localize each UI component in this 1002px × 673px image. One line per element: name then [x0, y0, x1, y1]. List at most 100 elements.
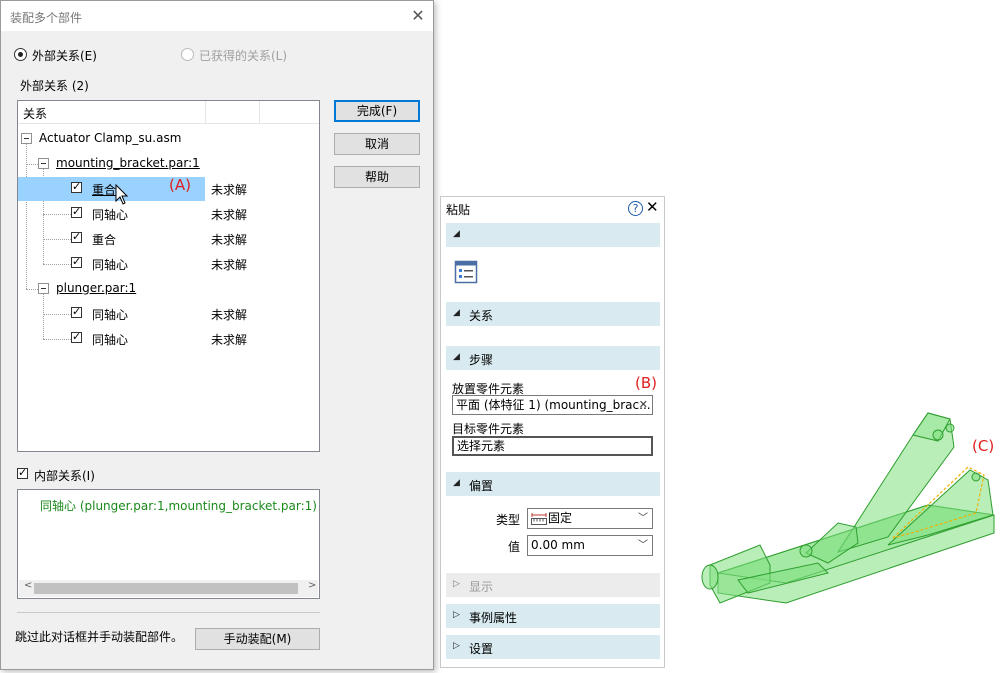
- finish-button[interactable]: 完成(F): [334, 100, 420, 122]
- cancel-button[interactable]: 取消: [334, 133, 420, 155]
- external-relations-radio-label[interactable]: 外部关系(E): [32, 47, 97, 64]
- offset-type-value: 固定: [548, 511, 573, 525]
- internal-relations-label[interactable]: 内部关系(I): [34, 467, 95, 484]
- tree-relation-row[interactable]: 同轴心 未求解: [18, 252, 319, 276]
- group-label: mounting_bracket.par:1: [56, 156, 200, 170]
- section-settings[interactable]: ▷ 设置: [446, 635, 660, 659]
- internal-relation-item[interactable]: 同轴心 (plunger.par:1,mounting_bracket.par:…: [40, 497, 317, 514]
- mouse-cursor-icon: [115, 184, 129, 205]
- ruler-icon: [531, 513, 547, 525]
- external-relations-radio[interactable]: [14, 48, 27, 61]
- relation-checkbox[interactable]: [71, 255, 82, 268]
- properties-list-icon[interactable]: [454, 260, 478, 284]
- external-relations-count-label: 外部关系 (2): [20, 79, 89, 93]
- relation-status: 未求解: [211, 183, 248, 197]
- section-instance-label: 事例属性: [469, 611, 518, 625]
- header-col-relation-label: 关系: [23, 107, 48, 121]
- section-top[interactable]: ◢: [446, 223, 660, 247]
- relation-label: 同轴心: [92, 208, 129, 222]
- collapse-icon[interactable]: [21, 133, 32, 144]
- obtained-relations-radio-label[interactable]: 已获得的关系(L): [199, 47, 287, 64]
- help-button[interactable]: 帮助: [334, 166, 420, 188]
- title-bar: 装配多个部件 ✕: [1, 1, 433, 31]
- section-relations-label: 关系: [469, 309, 494, 323]
- tree-group-row[interactable]: plunger.par:1: [18, 277, 319, 301]
- place-element-value: 平面 (体特征 1) (mounting_brac...: [456, 398, 651, 412]
- relations-tree[interactable]: 关系 Actuator Clamp_su.asm mounting_bracke…: [17, 100, 320, 452]
- type-label: 类型: [496, 513, 521, 527]
- offset-value-input[interactable]: 0.00 mm ﹀: [527, 535, 653, 556]
- paste-panel: 粘贴 ? ✕ ◢ ◢ 关系 ◢ 步骤 放置零件元素 (B) 平面 (体特征 1)…: [440, 196, 665, 668]
- scrollbar-thumb[interactable]: [34, 583, 298, 594]
- tree-relation-row[interactable]: 重合 未求解: [18, 227, 319, 251]
- annotation-a: (A): [169, 176, 191, 194]
- section-offset[interactable]: ◢ 偏置: [446, 472, 660, 496]
- relation-status: 未求解: [211, 258, 248, 272]
- section-steps[interactable]: ◢ 步骤: [446, 346, 660, 370]
- collapse-icon[interactable]: [38, 158, 49, 169]
- chevron-down-icon: ﹀: [638, 513, 648, 524]
- header-col-3[interactable]: [260, 101, 319, 124]
- collapse-triangle-icon: ◢: [453, 308, 460, 318]
- relation-checkbox[interactable]: [71, 330, 82, 343]
- collapse-triangle-icon: ◢: [453, 229, 460, 239]
- target-element-field[interactable]: 选择元素: [452, 436, 653, 456]
- clear-icon[interactable]: ✕: [639, 396, 648, 414]
- expand-triangle-icon: ▷: [453, 641, 460, 651]
- relation-status: 未求解: [211, 233, 248, 247]
- close-icon[interactable]: ✕: [408, 6, 428, 26]
- relation-checkbox[interactable]: [71, 205, 82, 218]
- tree-group-row[interactable]: mounting_bracket.par:1: [18, 152, 319, 176]
- internal-relations-list[interactable]: 同轴心 (plunger.par:1,mounting_bracket.par:…: [17, 489, 320, 599]
- offset-type-dropdown[interactable]: 固定 ﹀: [527, 508, 653, 529]
- panel-title: 粘贴: [446, 203, 471, 217]
- tree-root-row[interactable]: Actuator Clamp_su.asm: [18, 127, 319, 151]
- relation-label: 同轴心: [92, 258, 129, 272]
- annotation-c: (C): [972, 437, 995, 455]
- tree-relation-row[interactable]: 同轴心 未求解: [18, 327, 319, 351]
- collapse-triangle-icon: ◢: [453, 478, 460, 488]
- header-col-relation[interactable]: 关系: [18, 101, 206, 124]
- mounting-bracket-3d-model[interactable]: [688, 405, 1000, 635]
- expand-triangle-icon: ▷: [453, 579, 460, 589]
- chevron-down-icon[interactable]: ﹀: [638, 536, 648, 555]
- collapse-icon[interactable]: [38, 283, 49, 294]
- dialog-title: 装配多个部件: [10, 11, 83, 25]
- section-display-label: 显示: [469, 580, 494, 594]
- section-instance-properties[interactable]: ▷ 事例属性: [446, 604, 660, 628]
- annotation-b: (B): [635, 374, 657, 392]
- relation-status: 未求解: [211, 333, 248, 347]
- section-steps-label: 步骤: [469, 353, 494, 367]
- footer-divider: [17, 612, 320, 613]
- relation-label: 重合: [92, 183, 117, 197]
- target-element-label: 目标零件元素: [452, 422, 525, 436]
- horizontal-scrollbar[interactable]: < >: [19, 580, 318, 597]
- obtained-relations-radio[interactable]: [181, 48, 194, 61]
- section-display[interactable]: ▷ 显示: [446, 573, 660, 597]
- tree-relation-row[interactable]: 同轴心 未求解: [18, 202, 319, 226]
- place-element-field[interactable]: 平面 (体特征 1) (mounting_brac... ✕: [452, 395, 653, 415]
- expand-triangle-icon: ▷: [453, 610, 460, 620]
- manual-assemble-button[interactable]: 手动装配(M): [195, 628, 320, 650]
- tree-relation-row[interactable]: 同轴心 未求解: [18, 302, 319, 326]
- offset-value: 0.00 mm: [531, 538, 585, 552]
- help-icon[interactable]: ?: [628, 201, 643, 216]
- relation-checkbox[interactable]: [71, 180, 82, 193]
- scroll-left-icon[interactable]: <: [24, 580, 32, 591]
- scroll-right-icon[interactable]: >: [308, 580, 316, 591]
- value-label: 值: [508, 540, 521, 554]
- header-col-2[interactable]: [206, 101, 260, 124]
- assemble-multiple-parts-dialog: 装配多个部件 ✕ 外部关系(E) 已获得的关系(L) 外部关系 (2) 关系 A…: [0, 0, 434, 670]
- section-relations[interactable]: ◢ 关系: [446, 302, 660, 326]
- root-assembly-label: Actuator Clamp_su.asm: [39, 131, 182, 145]
- section-settings-label: 设置: [469, 642, 494, 656]
- relation-checkbox[interactable]: [71, 230, 82, 243]
- relation-status: 未求解: [211, 308, 248, 322]
- relation-status: 未求解: [211, 208, 248, 222]
- relation-checkbox[interactable]: [71, 305, 82, 318]
- tree-header: 关系: [18, 101, 319, 124]
- close-icon[interactable]: ✕: [646, 198, 659, 216]
- internal-relations-checkbox[interactable]: [17, 466, 28, 479]
- relation-label: 同轴心: [92, 333, 129, 347]
- relation-label: 同轴心: [92, 308, 129, 322]
